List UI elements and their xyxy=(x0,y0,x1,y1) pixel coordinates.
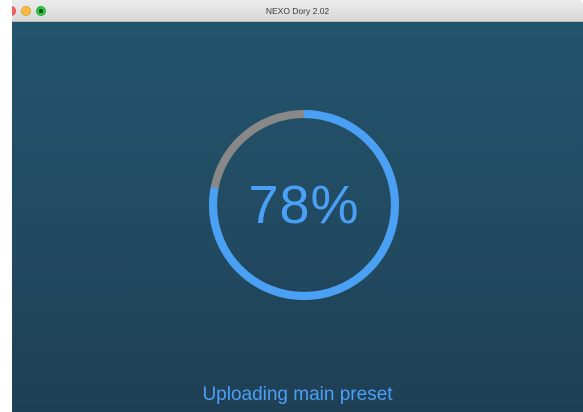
app-window: NEXO Dory 2.02 78% Uploading main preset xyxy=(0,0,583,412)
title-bar[interactable]: NEXO Dory 2.02 xyxy=(12,0,583,22)
upload-progress-panel: 78% Uploading main preset xyxy=(12,22,583,412)
window-title: NEXO Dory 2.02 xyxy=(265,6,330,16)
progress-percentage: 78% xyxy=(248,175,360,235)
upload-status-text: Uploading main preset xyxy=(202,384,393,405)
